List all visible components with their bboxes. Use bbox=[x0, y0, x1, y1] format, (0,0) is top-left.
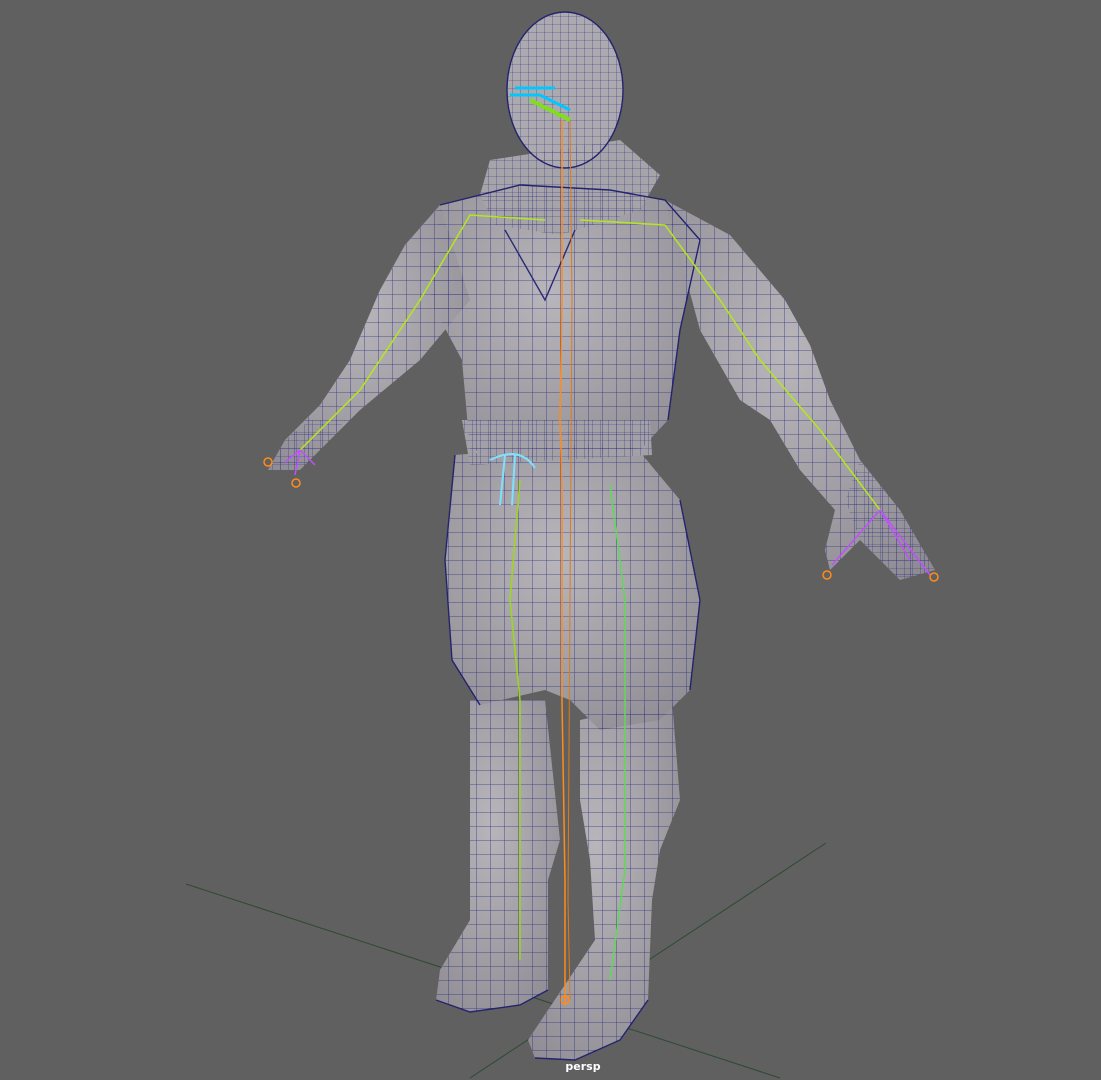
camera-label: persp bbox=[565, 1060, 601, 1073]
character-mesh[interactable] bbox=[268, 11, 935, 1061]
3d-viewport[interactable]: persp bbox=[0, 0, 1101, 1080]
perspective-scene[interactable] bbox=[0, 0, 1101, 1080]
